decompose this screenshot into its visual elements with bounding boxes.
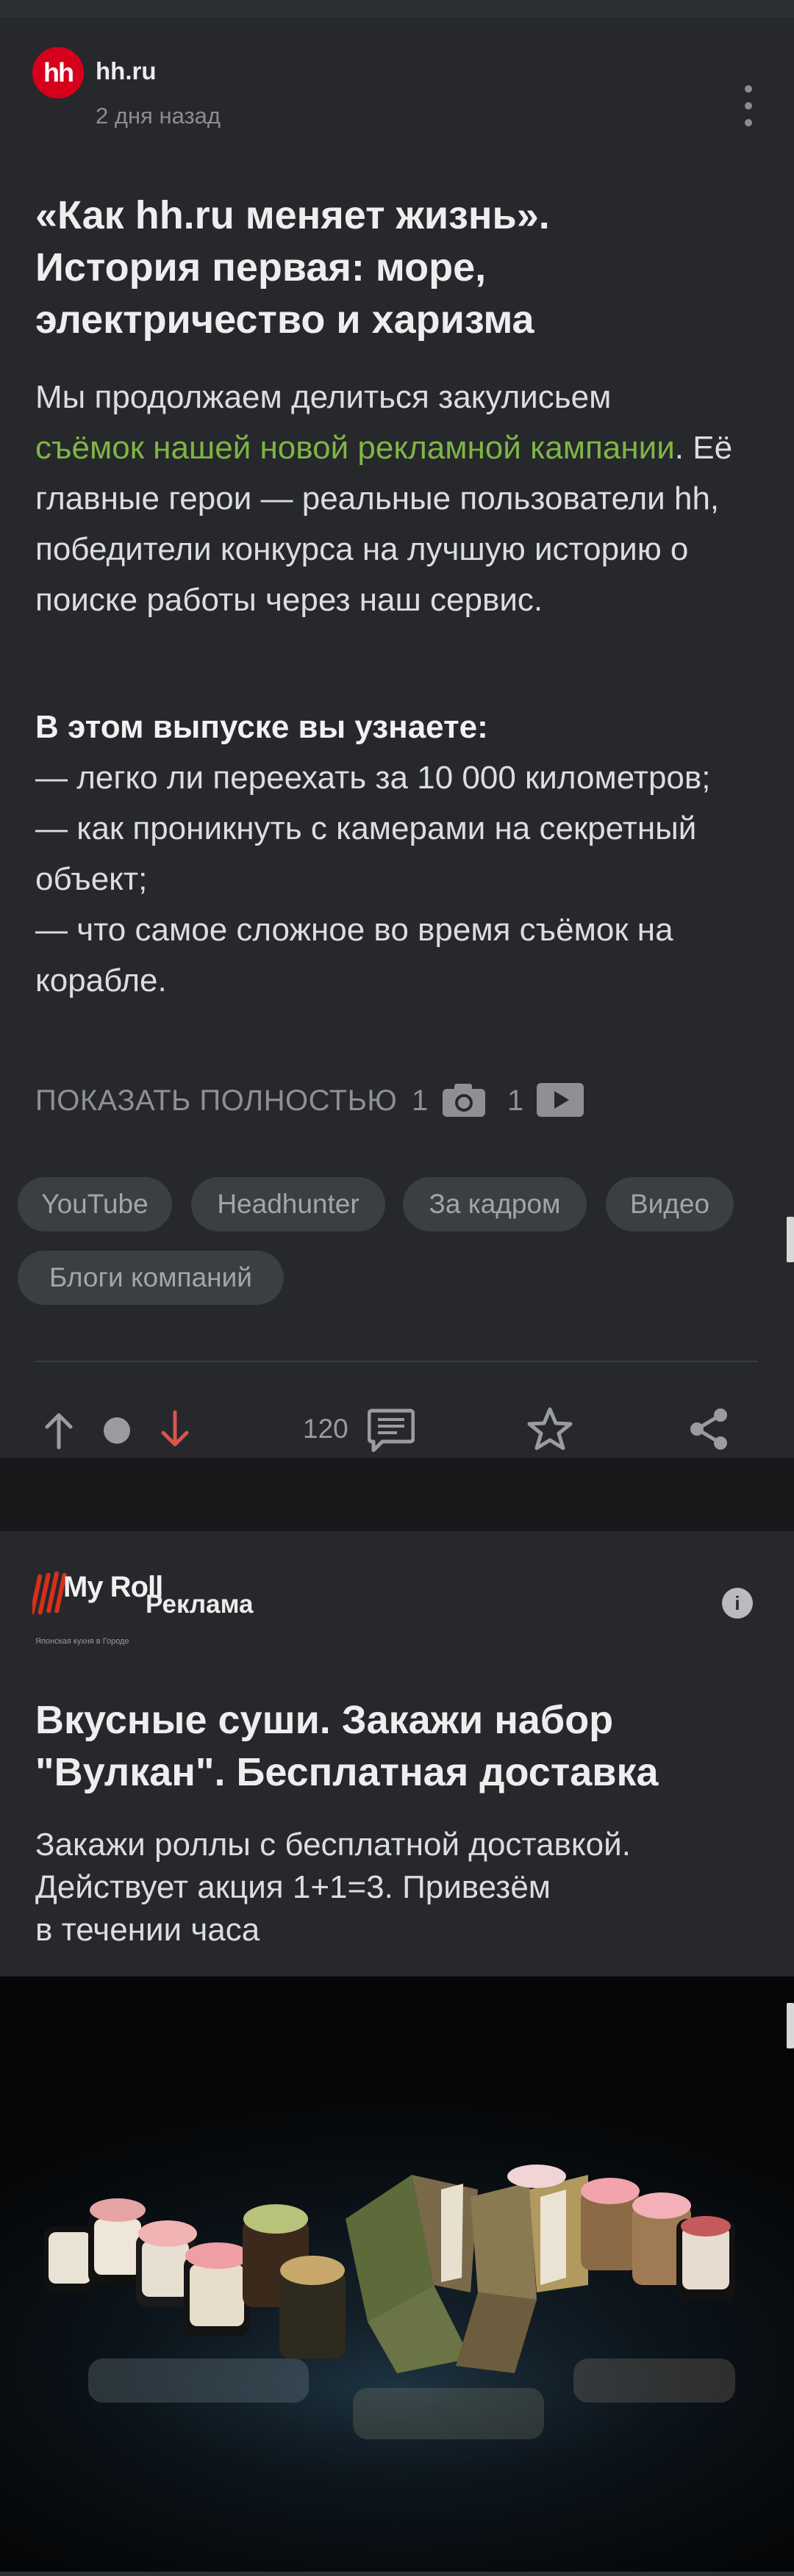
post-title[interactable]: «Как hh.ru меняет жизнь». История первая… [35,190,763,346]
show-full-button[interactable]: ПОКАЗАТЬ ПОЛНОСТЬЮ [35,1084,397,1118]
scrollbar-thumb[interactable] [787,1217,794,1262]
bottom-strip [0,2572,794,2576]
ad-title-line: Вкусные суши. Закажи набор [35,1698,614,1742]
divider [35,1361,757,1362]
kebab-menu-icon[interactable] [735,85,762,126]
list-item: — как проникнуть с камерами на секретный… [35,810,697,897]
video-count: 1 [507,1084,524,1117]
tag-backstage[interactable]: За кадром [403,1177,587,1231]
post-title-line: электричество и харизма [35,298,534,342]
post-title-line: История первая: море, [35,245,487,289]
comments-count[interactable]: 120 [303,1414,348,1444]
rating-dot [104,1417,130,1444]
myroll-tagline: Японская кухня в Городе [35,1637,129,1646]
list-item: — легко ли переехать за 10 000 километро… [35,760,711,796]
list-heading: В этом выпуске вы узнаете: [35,709,488,745]
source-name[interactable]: hh.ru [96,57,156,85]
ad-text-line: Закажи роллы с бесплатной доставкой. [35,1827,631,1863]
campaign-link[interactable]: съёмок нашей новой рекламной кампании [35,430,675,466]
post-title-line: «Как hh.ru меняет жизнь». [35,193,550,237]
ad-title[interactable]: Вкусные суши. Закажи набор "Вулкан". Бес… [35,1694,770,1799]
ad-text-line: в течении часа [35,1912,260,1948]
post-time: 2 дня назад [96,103,221,129]
comment-icon[interactable] [368,1408,415,1452]
tag-youtube[interactable]: YouTube [18,1177,172,1231]
ad-title-line: "Вулкан". Бесплатная доставка [35,1750,659,1794]
scrollbar-thumb-2[interactable] [787,2003,794,2048]
camera-icon [443,1084,485,1117]
star-icon[interactable] [526,1406,573,1452]
hh-logo[interactable]: hh [32,47,84,98]
ad-text-line: Действует акция 1+1=3. Привезём [35,1869,551,1905]
ad-label: Реклама [146,1590,254,1619]
tag-headhunter[interactable]: Headhunter [191,1177,385,1231]
list-item: — что самое сложное во время съёмок на к… [35,912,673,999]
arrow-down-icon[interactable] [159,1409,191,1450]
play-icon [537,1083,584,1117]
share-icon[interactable] [687,1406,731,1452]
sushi-image [15,2165,779,2498]
info-icon[interactable]: i [722,1588,753,1619]
intro-text: Мы продолжаем делиться закулисьем [35,379,612,415]
ad-text: Закажи роллы с бесплатной доставкой. Дей… [35,1824,778,1951]
photo-count: 1 [412,1084,429,1117]
tag-company-blogs[interactable]: Блоги компаний [18,1251,284,1305]
arrow-up-icon[interactable] [43,1409,75,1450]
ad-photo[interactable] [0,1976,794,2572]
post-intro: Мы продолжаем делиться закулисьем съёмок … [35,372,763,625]
feed-gap [0,1494,794,1531]
tag-video[interactable]: Видео [606,1177,734,1231]
top-strip [0,0,794,18]
post-list: В этом выпуске вы узнаете: — легко ли пе… [35,702,763,1006]
